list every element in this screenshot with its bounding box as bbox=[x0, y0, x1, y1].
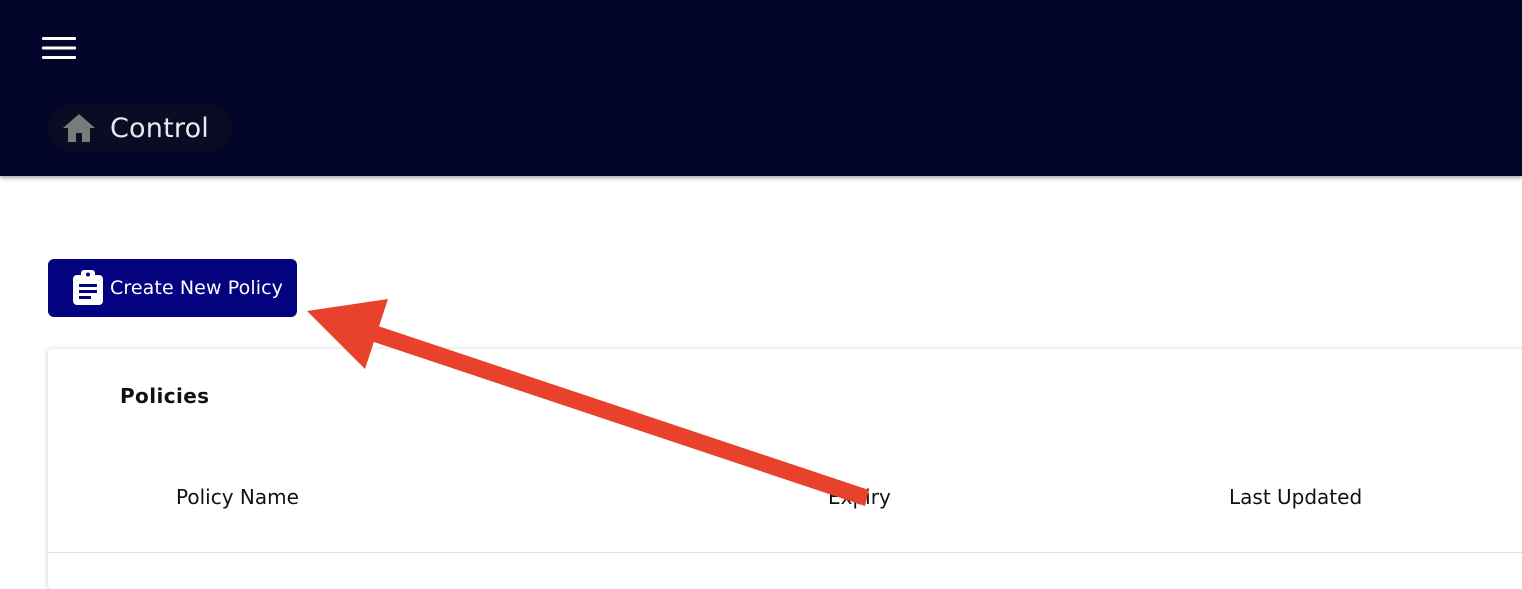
menu-button[interactable] bbox=[36, 30, 82, 66]
app-bar: Control bbox=[0, 0, 1522, 176]
column-header-last-updated[interactable]: Last Updated bbox=[1229, 485, 1362, 509]
clipboard-icon bbox=[73, 270, 103, 305]
policies-title: Policies bbox=[120, 384, 210, 408]
breadcrumb-label: Control bbox=[110, 112, 209, 144]
breadcrumb-home[interactable]: Control bbox=[48, 104, 232, 152]
hamburger-menu-icon bbox=[42, 37, 76, 59]
table-header-divider bbox=[48, 552, 1522, 553]
create-new-policy-label: Create New Policy bbox=[110, 277, 284, 299]
column-header-expiry[interactable]: Expiry bbox=[828, 485, 891, 509]
create-new-policy-button[interactable]: Create New Policy bbox=[48, 259, 297, 317]
policies-card: Policies Policy Name Expiry Last Updated bbox=[48, 349, 1522, 589]
home-icon bbox=[63, 114, 95, 142]
column-header-policy-name[interactable]: Policy Name bbox=[176, 485, 299, 509]
